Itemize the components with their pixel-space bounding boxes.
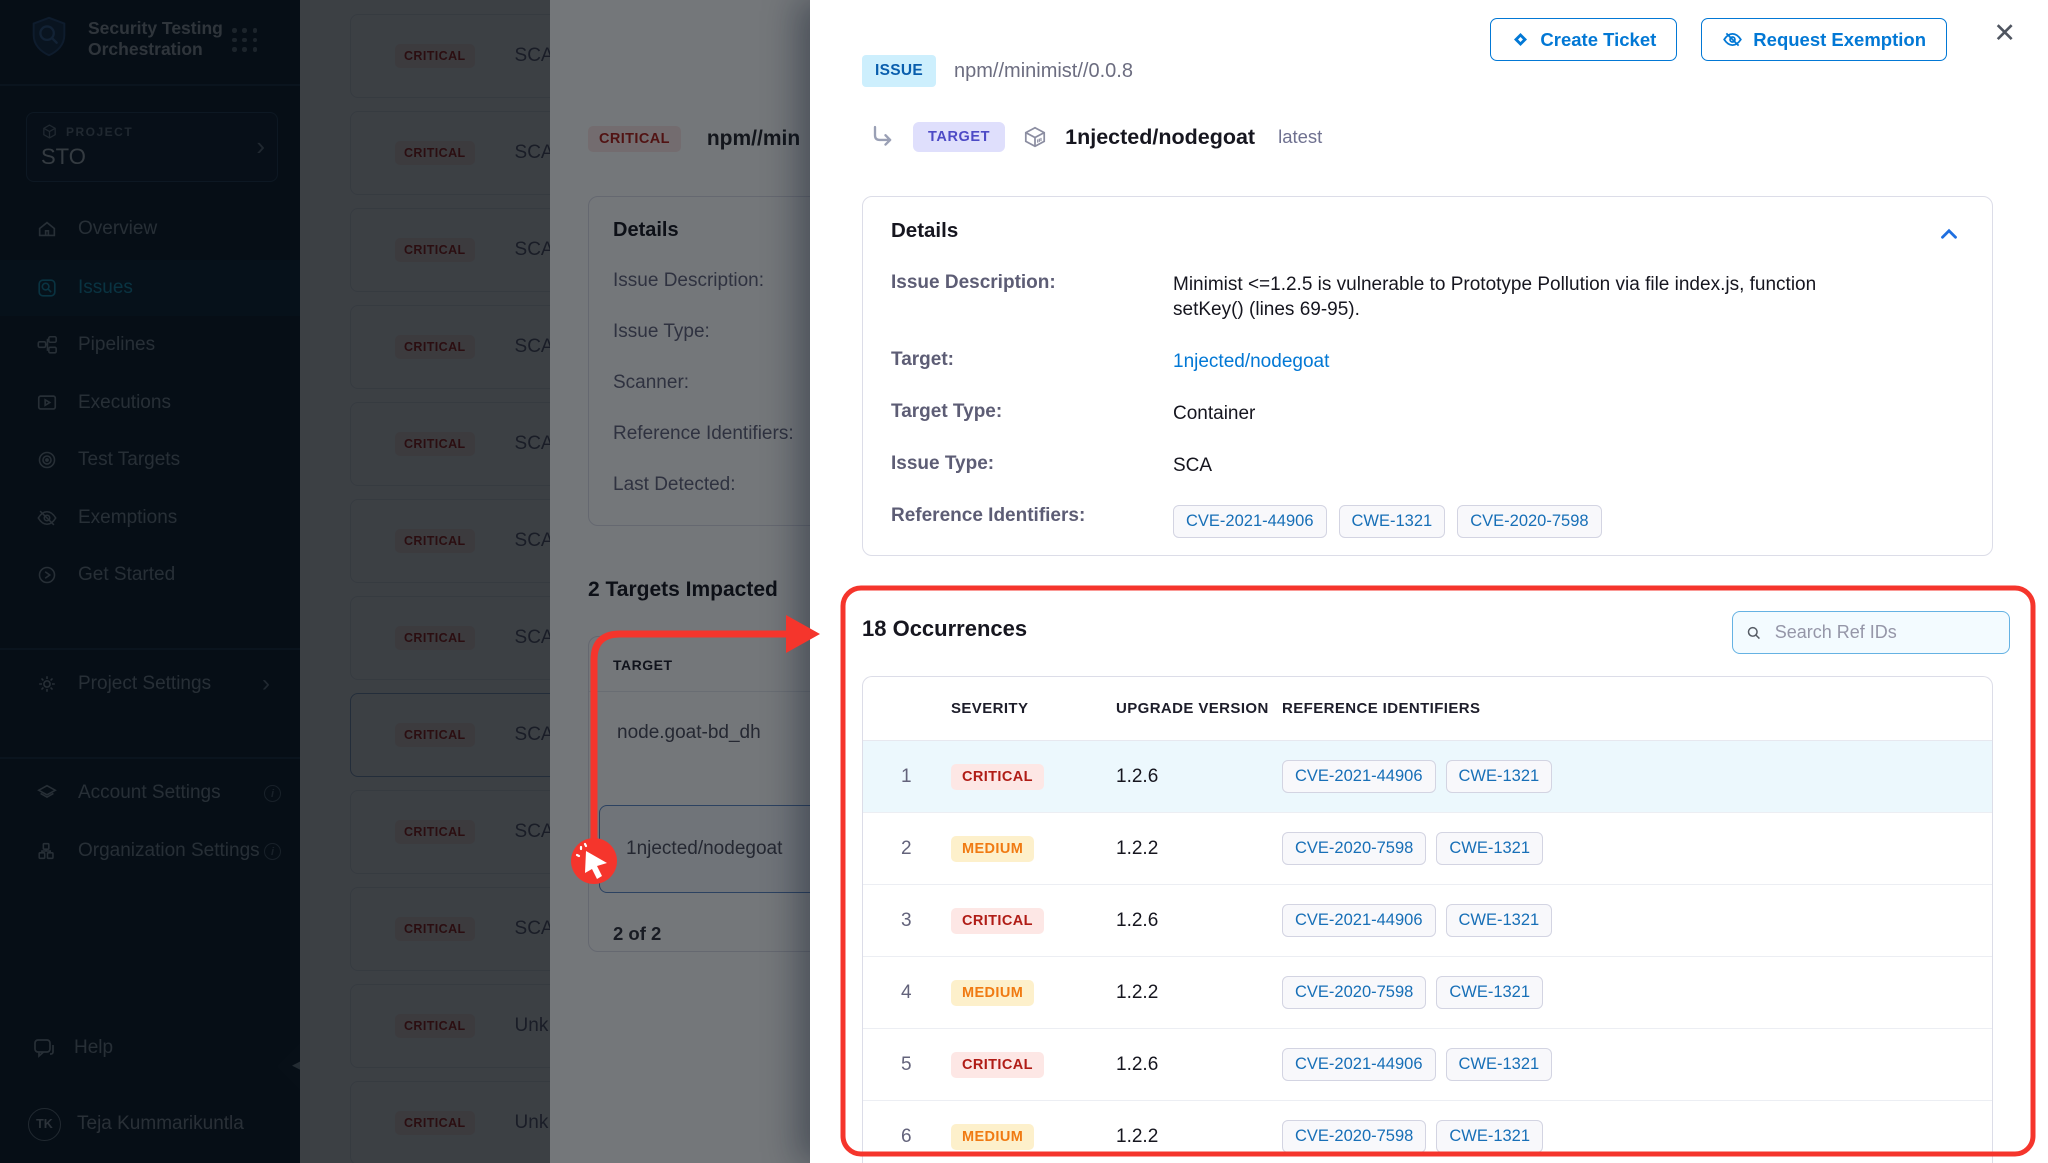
- ref-id-chip[interactable]: CVE-2020-7598: [1282, 1120, 1426, 1153]
- table-row[interactable]: 2 MEDIUM 1.2.2 CVE-2020-7598CWE-1321: [863, 813, 1992, 885]
- ref-id-chip[interactable]: CWE-1321: [1446, 904, 1553, 937]
- occurrences-table: SEVERITY UPGRADE VERSION REFERENCE IDENT…: [862, 676, 1993, 1163]
- elbow-arrow-icon: [868, 123, 896, 151]
- ref-id-chip[interactable]: CWE-1321: [1436, 1120, 1543, 1153]
- ref-id-chip[interactable]: CWE-1321: [1436, 976, 1543, 1009]
- ref-id-chip[interactable]: CVE-2021-44906: [1282, 760, 1436, 793]
- ref-id-chip[interactable]: CVE-2021-44906: [1282, 904, 1436, 937]
- ref-id-chip[interactable]: CWE-1321: [1446, 1048, 1553, 1081]
- ref-id-chip[interactable]: CVE-2021-44906: [1282, 1048, 1436, 1081]
- severity-badge: MEDIUM: [951, 980, 1034, 1006]
- table-row[interactable]: 1 CRITICAL 1.2.6 CVE-2021-44906CWE-1321: [863, 741, 1992, 813]
- target-name: 1njected/nodegoat: [1065, 125, 1255, 150]
- search-input[interactable]: [1773, 621, 1997, 644]
- details-heading: Details: [891, 219, 1964, 243]
- target-badge: TARGET: [913, 122, 1005, 152]
- search-icon: [1745, 623, 1763, 643]
- field-label: Target Type:: [891, 401, 1173, 423]
- table-row[interactable]: 5 CRITICAL 1.2.6 CVE-2021-44906CWE-1321: [863, 1029, 1992, 1101]
- issue-details-modal: Create Ticket Request Exemption ✕ ISSUE …: [810, 0, 2048, 1163]
- ref-id-chip[interactable]: CVE-2020-7598: [1457, 505, 1601, 538]
- field-label: Issue Description:: [891, 272, 1173, 294]
- close-icon[interactable]: ✕: [1993, 20, 2016, 47]
- eye-off-icon: [1722, 29, 1743, 50]
- field-label: Reference Identifiers:: [891, 505, 1173, 527]
- target-link[interactable]: 1njected/nodegoat: [1173, 349, 1883, 374]
- table-row[interactable]: 3 CRITICAL 1.2.6 CVE-2021-44906CWE-1321: [863, 885, 1992, 957]
- target-tag: latest: [1278, 126, 1322, 148]
- ref-id-chip[interactable]: CVE-2020-7598: [1282, 976, 1426, 1009]
- severity-badge: CRITICAL: [951, 764, 1044, 790]
- search-ref-ids[interactable]: [1732, 611, 2010, 654]
- field-value: SCA: [1173, 453, 1883, 478]
- field-value: Minimist <=1.2.5 is vulnerable to Protot…: [1173, 272, 1883, 322]
- request-exemption-button[interactable]: Request Exemption: [1701, 18, 1947, 61]
- issue-badge: ISSUE: [862, 55, 936, 87]
- table-header: SEVERITY UPGRADE VERSION REFERENCE IDENT…: [863, 677, 1992, 741]
- ticket-diamond-icon: [1511, 30, 1530, 49]
- severity-badge: MEDIUM: [951, 836, 1034, 862]
- severity-badge: CRITICAL: [951, 1052, 1044, 1078]
- package-icon: [1022, 124, 1048, 150]
- app: Security Testing Orchestration PROJECT S…: [0, 0, 2048, 1163]
- field-label: Issue Type:: [891, 453, 1173, 475]
- field-label: Target:: [891, 349, 1173, 371]
- ref-id-chip[interactable]: CWE-1321: [1339, 505, 1446, 538]
- table-row[interactable]: 6 MEDIUM 1.2.2 CVE-2020-7598CWE-1321: [863, 1101, 1992, 1163]
- occurrences-heading: 18 Occurrences: [862, 616, 1027, 642]
- table-row[interactable]: 4 MEDIUM 1.2.2 CVE-2020-7598CWE-1321: [863, 957, 1992, 1029]
- severity-badge: CRITICAL: [951, 908, 1044, 934]
- ref-id-chip[interactable]: CWE-1321: [1436, 832, 1543, 865]
- severity-badge: MEDIUM: [951, 1124, 1034, 1150]
- col-reference-identifiers: REFERENCE IDENTIFIERS: [1282, 700, 1992, 717]
- field-value: Container: [1173, 401, 1883, 426]
- chevron-up-icon[interactable]: [1936, 221, 1962, 247]
- col-severity: SEVERITY: [951, 700, 1116, 717]
- ref-id-chip[interactable]: CVE-2020-7598: [1282, 832, 1426, 865]
- create-ticket-button[interactable]: Create Ticket: [1490, 18, 1677, 61]
- details-card: Details Issue Description: Minimist <=1.…: [862, 196, 1993, 556]
- col-upgrade-version: UPGRADE VERSION: [1116, 700, 1282, 717]
- ref-id-chip[interactable]: CVE-2021-44906: [1173, 505, 1327, 538]
- backdrop-dim: [0, 0, 810, 1163]
- issue-name: npm//minimist//0.0.8: [954, 60, 1133, 83]
- ref-id-chip[interactable]: CWE-1321: [1446, 760, 1553, 793]
